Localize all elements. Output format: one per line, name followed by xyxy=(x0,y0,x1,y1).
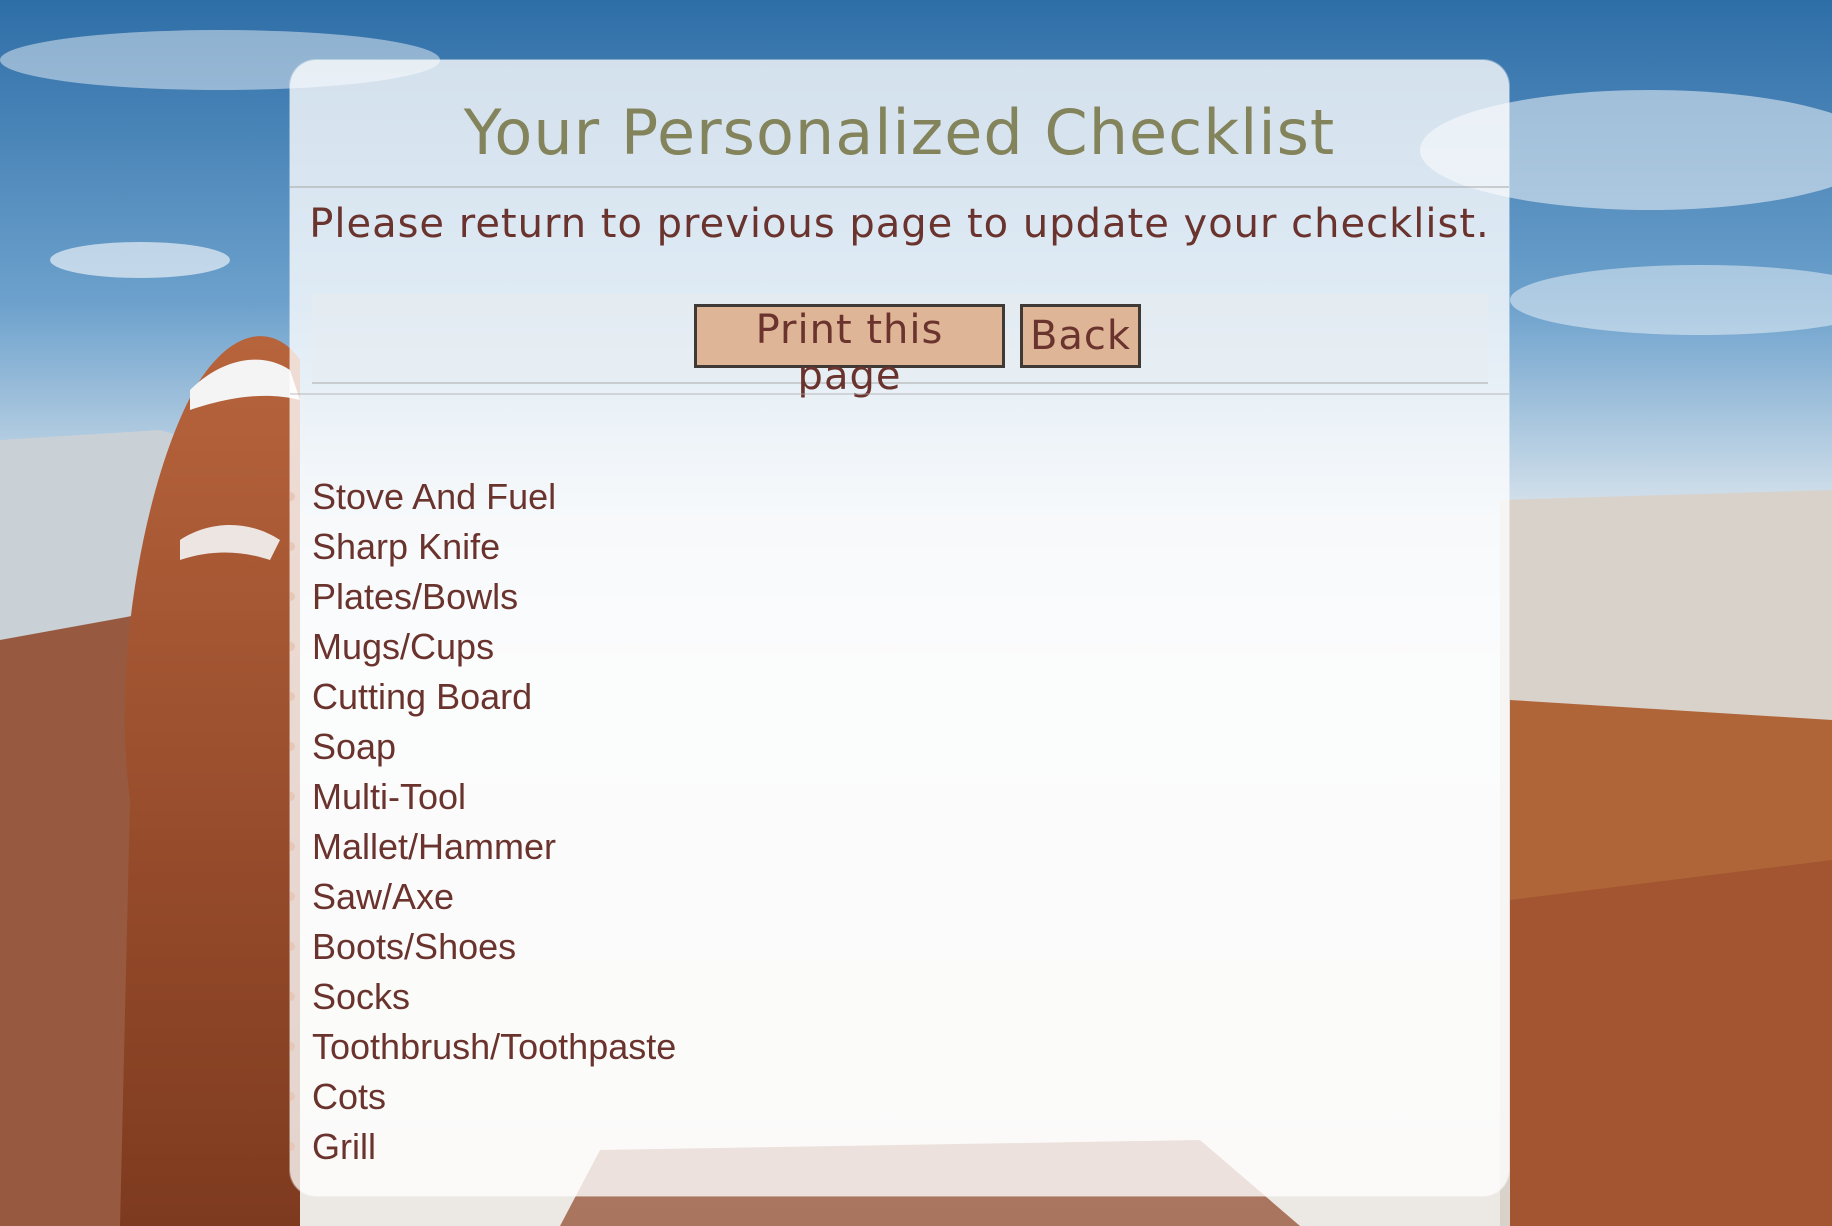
page-title: Your Personalized Checklist xyxy=(463,96,1336,169)
bullet-icon xyxy=(290,642,295,651)
bullet-icon xyxy=(290,742,295,751)
checklist-item: Sharp Knife xyxy=(290,522,676,572)
title-divider xyxy=(290,186,1509,188)
checklist-item-label: Cutting Board xyxy=(312,676,533,717)
checklist-panel: Your Personalized Checklist Please retur… xyxy=(290,60,1509,1196)
bullet-icon xyxy=(290,842,295,851)
bullet-icon xyxy=(290,792,295,801)
checklist-item: Plates/Bowls xyxy=(290,572,676,622)
checklist-item: Soap xyxy=(290,722,676,772)
checklist-item-label: Toothbrush/Toothpaste xyxy=(312,1026,677,1067)
checklist-item: Stove And Fuel xyxy=(290,472,676,522)
bullet-icon xyxy=(290,992,295,1001)
bullet-icon xyxy=(290,542,295,551)
checklist-item: Socks xyxy=(290,972,676,1022)
bullet-icon xyxy=(290,692,295,701)
action-bar-divider xyxy=(290,393,1509,395)
bullet-icon xyxy=(290,592,295,601)
checklist-item: Multi-Tool xyxy=(290,772,676,822)
checklist-item-label: Mugs/Cups xyxy=(312,626,495,667)
print-page-button[interactable]: Print this page xyxy=(694,304,1005,399)
checklist-item: Toothbrush/Toothpaste xyxy=(290,1022,677,1072)
checklist-item-label: Plates/Bowls xyxy=(312,576,519,617)
checklist-item: Boots/Shoes xyxy=(290,922,676,972)
checklist-item-label: Grill xyxy=(312,1126,376,1167)
bullet-icon xyxy=(290,1042,295,1051)
bullet-icon xyxy=(290,1142,295,1151)
checklist-item-label: Multi-Tool xyxy=(312,776,467,817)
checklist-item: Mugs/Cups xyxy=(290,622,676,672)
checklist-item-label: Socks xyxy=(312,976,411,1017)
page-subtitle: Please return to previous page to update… xyxy=(309,201,1490,247)
checklist-item: Grill xyxy=(290,1122,676,1172)
checklist-item-label: Stove And Fuel xyxy=(312,476,557,517)
checklist-item-label: Boots/Shoes xyxy=(312,926,517,967)
checklist-item-label: Sharp Knife xyxy=(312,526,501,567)
checklist-item-label: Mallet/Hammer xyxy=(312,826,557,867)
bullet-icon xyxy=(290,942,295,951)
checklist-item-label: Saw/Axe xyxy=(312,876,455,917)
checklist-item: Mallet/Hammer xyxy=(290,822,676,872)
checklist-item: Cutting Board xyxy=(290,672,676,722)
checklist: Stove And Fuel Sharp Knife Plates/Bowls … xyxy=(290,472,677,1172)
bullet-icon xyxy=(290,492,295,501)
bullet-icon xyxy=(290,892,295,901)
checklist-item-label: Soap xyxy=(312,726,397,767)
back-button[interactable]: Back xyxy=(1020,304,1141,368)
checklist-item-label: Cots xyxy=(312,1076,387,1117)
checklist-item: Saw/Axe xyxy=(290,872,676,922)
bullet-icon xyxy=(290,1092,295,1101)
checklist-item: Cots xyxy=(290,1072,676,1122)
